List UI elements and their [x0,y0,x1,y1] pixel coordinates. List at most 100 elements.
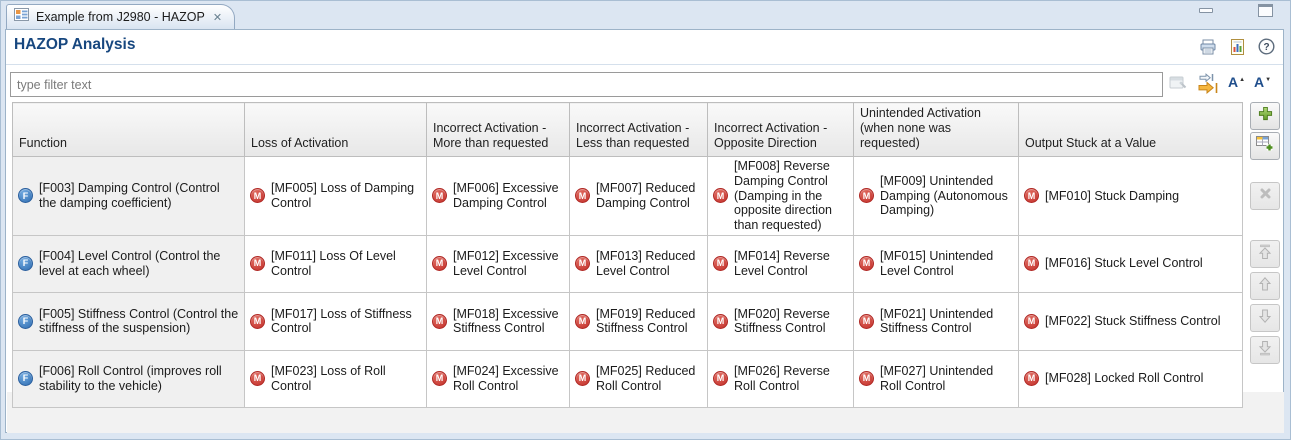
malfunction-label: [MF024] Excessive Roll Control [453,364,564,394]
increase-font-icon[interactable]: A▲ [1228,74,1245,92]
malfunction-label: [MF005] Loss of Damping Control [271,181,421,211]
malfunction-cell[interactable]: M [MF023] Loss of Roll Control [245,350,427,407]
decrease-font-icon[interactable]: A▼ [1254,74,1271,92]
table-row: F [F005] Stiffness Control (Control the … [13,292,1243,350]
function-label: [F004] Level Control (Control the level … [39,249,239,279]
move-first-button [1250,240,1280,268]
malfunction-label: [MF009] Unintended Damping (Autonomous D… [880,174,1013,218]
malfunction-cell[interactable]: M [MF017] Loss of Stiffness Control [245,292,427,350]
function-label: [F005] Stiffness Control (Control the st… [39,307,239,337]
column-header-stuck[interactable]: Output Stuck at a Value [1019,103,1243,157]
function-label: [F003] Damping Control (Control the damp… [39,181,239,211]
malfunction-icon: M [859,314,874,329]
column-header-opposite[interactable]: Incorrect Activation - Opposite Directio… [708,103,854,157]
report-icon[interactable] [1228,38,1246,55]
malfunction-icon: M [713,371,728,386]
malfunction-cell[interactable]: M [MF005] Loss of Damping Control [245,157,427,236]
malfunction-cell[interactable]: M [MF016] Stuck Level Control [1019,235,1243,292]
tab-close-icon[interactable]: ✕ [211,11,222,24]
maximize-button[interactable] [1258,4,1273,17]
malfunction-cell[interactable]: M [MF009] Unintended Damping (Autonomous… [854,157,1019,236]
malfunction-icon: M [250,256,265,271]
editor-tab[interactable]: Example from J2980 - HAZOP ✕ [6,4,235,29]
malfunction-label: [MF019] Reduced Stiffness Control [596,307,702,337]
malfunction-cell[interactable]: M [MF026] Reverse Roll Control [708,350,854,407]
delete-button [1250,182,1280,210]
function-cell[interactable]: F [F004] Level Control (Control the leve… [13,235,245,292]
tab-title: Example from J2980 - HAZOP [36,10,205,24]
minimize-button[interactable] [1199,8,1213,13]
malfunction-label: [MF021] Unintended Stiffness Control [880,307,1013,337]
column-header-more[interactable]: Incorrect Activation - More than request… [427,103,570,157]
malfunction-cell[interactable]: M [MF020] Reverse Stiffness Control [708,292,854,350]
malfunction-cell[interactable]: M [MF012] Excessive Level Control [427,235,570,292]
malfunction-cell[interactable]: M [MF018] Excessive Stiffness Control [427,292,570,350]
malfunction-icon: M [575,371,590,386]
function-cell[interactable]: F [F003] Damping Control (Control the da… [13,157,245,236]
table-row: F [F003] Damping Control (Control the da… [13,157,1243,236]
move-first-icon [1257,244,1273,265]
malfunction-icon: M [250,188,265,203]
function-icon: F [18,188,33,203]
move-last-button [1250,336,1280,364]
expand-selection-icon[interactable] [1197,73,1220,99]
function-icon: F [18,314,33,329]
page-title: HAZOP Analysis [14,36,135,54]
add-multiple-button[interactable] [1250,132,1280,160]
malfunction-label: [MF027] Unintended Roll Control [880,364,1013,394]
malfunction-label: [MF016] Stuck Level Control [1045,256,1203,271]
malfunction-icon: M [1024,371,1039,386]
column-header-function[interactable]: Function [13,103,245,157]
malfunction-cell[interactable]: M [MF008] Reverse Damping Control (Dampi… [708,157,854,236]
malfunction-cell[interactable]: M [MF010] Stuck Damping [1019,157,1243,236]
malfunction-icon: M [432,314,447,329]
malfunction-label: [MF012] Excessive Level Control [453,249,564,279]
function-cell[interactable]: F [F006] Roll Control (improves roll sta… [13,350,245,407]
malfunction-cell[interactable]: M [MF022] Stuck Stiffness Control [1019,292,1243,350]
table-row: F [F006] Roll Control (improves roll sta… [13,350,1243,407]
header-separator [6,64,1283,65]
print-icon[interactable] [1199,38,1217,55]
help-glyph: ? [1263,42,1269,53]
malfunction-icon: M [859,256,874,271]
malfunction-cell[interactable]: M [MF024] Excessive Roll Control [427,350,570,407]
malfunction-icon: M [575,256,590,271]
malfunction-cell[interactable]: M [MF014] Reverse Level Control [708,235,854,292]
move-down-icon [1257,308,1273,329]
function-icon: F [18,256,33,271]
malfunction-cell[interactable]: M [MF021] Unintended Stiffness Control [854,292,1019,350]
malfunction-cell[interactable]: M [MF011] Loss Of Level Control [245,235,427,292]
function-label: [F006] Roll Control (improves roll stabi… [39,364,239,394]
column-header-less[interactable]: Incorrect Activation - Less than request… [570,103,708,157]
malfunction-label: [MF006] Excessive Damping Control [453,181,564,211]
malfunction-label: [MF018] Excessive Stiffness Control [453,307,564,337]
malfunction-icon: M [1024,256,1039,271]
malfunction-label: [MF028] Locked Roll Control [1045,371,1203,386]
malfunction-label: [MF010] Stuck Damping [1045,189,1179,204]
column-header-loss[interactable]: Loss of Activation [245,103,427,157]
help-icon[interactable]: ? [1257,38,1275,55]
header-toolbar: ? [1199,38,1275,55]
malfunction-cell[interactable]: M [MF006] Excessive Damping Control [427,157,570,236]
column-header-unintended[interactable]: Unintended Activation (when none was req… [854,103,1019,157]
malfunction-cell[interactable]: M [MF025] Reduced Roll Control [570,350,708,407]
malfunction-label: [MF008] Reverse Damping Control (Damping… [734,159,848,233]
malfunction-cell[interactable]: M [MF013] Reduced Level Control [570,235,708,292]
clear-filter-icon [1169,75,1187,96]
malfunction-label: [MF011] Loss Of Level Control [271,249,421,279]
hazop-view-panel: HAZOP Analysis ? [5,29,1284,433]
malfunction-label: [MF007] Reduced Damping Control [596,181,702,211]
malfunction-cell[interactable]: M [MF007] Reduced Damping Control [570,157,708,236]
function-cell[interactable]: F [F005] Stiffness Control (Control the … [13,292,245,350]
malfunction-label: [MF017] Loss of Stiffness Control [271,307,421,337]
add-button[interactable] [1250,102,1280,130]
malfunction-cell[interactable]: M [MF027] Unintended Roll Control [854,350,1019,407]
malfunction-icon: M [859,371,874,386]
filter-input[interactable] [10,72,1163,97]
malfunction-cell[interactable]: M [MF028] Locked Roll Control [1019,350,1243,407]
table-row: F [F004] Level Control (Control the leve… [13,235,1243,292]
malfunction-cell[interactable]: M [MF015] Unintended Level Control [854,235,1019,292]
malfunction-cell[interactable]: M [MF019] Reduced Stiffness Control [570,292,708,350]
move-up-button [1250,272,1280,300]
malfunction-label: [MF013] Reduced Level Control [596,249,702,279]
